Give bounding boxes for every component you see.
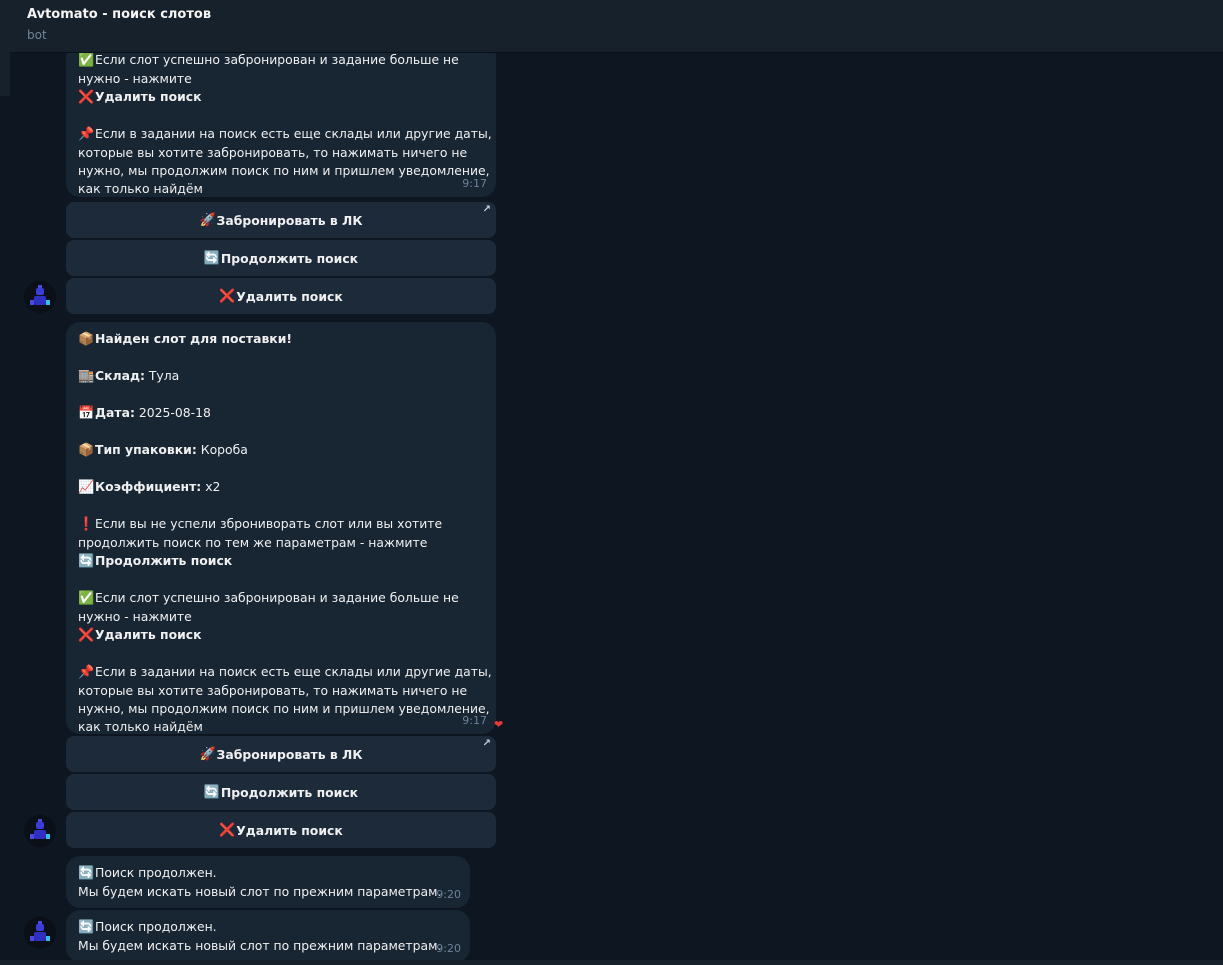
calendar-icon: 📅 xyxy=(78,406,95,421)
delete-search-button[interactable]: ❌ Удалить поиск xyxy=(66,278,496,314)
cross-mark-icon: ❌ xyxy=(78,90,95,105)
heart-reaction-icon[interactable]: ❤ xyxy=(494,718,503,731)
message-time: 9:17 xyxy=(462,177,487,190)
repeat-icon: 🔄 xyxy=(78,920,95,935)
delete-search-button[interactable]: ❌ Удалить поиск xyxy=(66,812,496,848)
repeat-icon: 🔄 xyxy=(78,554,95,569)
cross-mark-icon: ❌ xyxy=(78,628,95,643)
building-icon: 🏬 xyxy=(78,369,95,384)
message-time: 9:20 xyxy=(436,942,461,955)
external-link-icon: ↗ xyxy=(482,204,491,215)
bot-avatar[interactable] xyxy=(24,281,56,313)
continue-search-button[interactable]: 🔄 Продолжить поиск xyxy=(66,774,496,810)
cross-mark-icon: ❌ xyxy=(219,822,236,838)
bot-avatar[interactable] xyxy=(24,815,56,847)
continue-search-button[interactable]: 🔄 Продолжить поиск xyxy=(66,240,496,276)
robot-icon xyxy=(30,285,50,305)
external-link-icon: ↗ xyxy=(482,738,491,749)
check-mark-icon: ✅ xyxy=(78,591,95,606)
chat-header[interactable]: Avtomato - поиск слотов bot xyxy=(10,0,1223,53)
repeat-icon: 🔄 xyxy=(203,784,221,800)
cross-mark-icon: ❌ xyxy=(219,288,236,304)
book-in-cabinet-button[interactable]: 🚀 Забронировать в ЛК ↗ xyxy=(66,202,496,238)
message-feed[interactable]: ✅Если слот успешно забронирован и задани… xyxy=(0,53,1223,965)
message-time: 9:17 xyxy=(462,714,487,727)
message-bubble: 🔄Поиск продолжен. Мы будем искать новый … xyxy=(66,910,470,962)
book-in-cabinet-button[interactable]: 🚀 Забронировать в ЛК ↗ xyxy=(66,736,496,772)
chat-title: Avtomato - поиск слотов xyxy=(27,7,212,22)
robot-icon xyxy=(30,921,50,941)
bot-avatar[interactable] xyxy=(24,917,56,949)
composer-edge xyxy=(0,960,1223,965)
robot-icon xyxy=(30,819,50,839)
chat-subtitle: bot xyxy=(27,28,47,42)
rocket-icon: 🚀 xyxy=(199,746,216,762)
package-icon: 📦 xyxy=(78,332,95,347)
message-bubble: ✅Если слот успешно забронирован и задани… xyxy=(66,53,496,197)
repeat-icon: 🔄 xyxy=(78,866,95,881)
message-time: 9:20 xyxy=(436,888,461,901)
pushpin-icon: 📌 xyxy=(78,665,95,680)
exclamation-icon: ❗ xyxy=(78,517,95,532)
chart-increasing-icon: 📈 xyxy=(78,480,95,495)
package-icon: 📦 xyxy=(78,443,95,458)
check-mark-icon: ✅ xyxy=(78,53,95,68)
message-bubble: 🔄Поиск продолжен. Мы будем искать новый … xyxy=(66,856,470,908)
message-bubble: 📦Найден слот для поставки! 🏬Склад: Тула … xyxy=(66,322,496,734)
pushpin-icon: 📌 xyxy=(78,127,95,142)
rocket-icon: 🚀 xyxy=(199,212,216,228)
repeat-icon: 🔄 xyxy=(203,250,221,266)
